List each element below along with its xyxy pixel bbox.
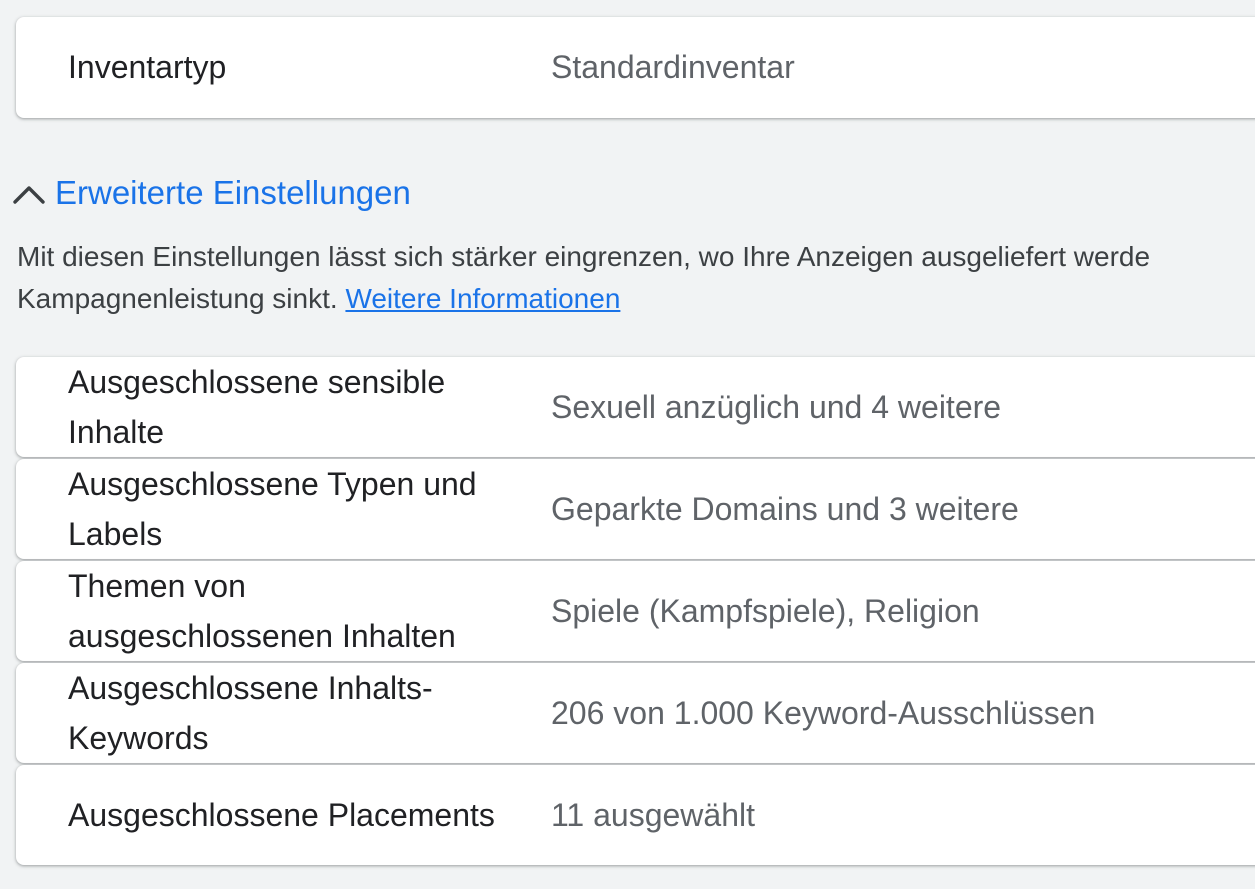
setting-excluded-types-labels[interactable]: Ausgeschlossene Typen und Labels Geparkt… xyxy=(16,459,1255,559)
setting-excluded-content-topics[interactable]: Themen von ausgeschlossenen Inhalten Spi… xyxy=(16,561,1255,661)
setting-excluded-placements[interactable]: Ausgeschlossene Placements 11 ausgewählt xyxy=(16,765,1255,865)
advanced-settings-title: Erweiterte Einstellungen xyxy=(55,174,411,211)
advanced-settings-toggle[interactable]: Erweiterte Einstellungen xyxy=(12,168,411,218)
setting-value: 206 von 1.000 Keyword-Ausschlüssen xyxy=(551,695,1096,731)
inventory-type-label: Inventartyp xyxy=(68,49,227,85)
setting-value: Geparkte Domains und 3 weitere xyxy=(551,491,1019,527)
setting-label: Themen von ausgeschlossenen Inhalten xyxy=(68,568,456,654)
advanced-settings-description: Mit diesen Einstellungen lässt sich stär… xyxy=(17,236,1255,320)
setting-value: Sexuell anzüglich und 4 weitere xyxy=(551,389,1002,425)
exclusion-settings-list: Ausgeschlossene sensible Inhalte Sexuell… xyxy=(16,357,1255,867)
setting-excluded-content-keywords[interactable]: Ausgeschlossene Inhalts-Keywords 206 von… xyxy=(16,663,1255,763)
page: Inventartyp Standardinventar Erweiterte … xyxy=(0,0,1255,889)
description-line-2-text: Kampagnenleistung sinkt. xyxy=(17,283,338,314)
inventory-type-row[interactable]: Inventartyp Standardinventar xyxy=(16,17,1255,118)
setting-excluded-sensitive-content[interactable]: Ausgeschlossene sensible Inhalte Sexuell… xyxy=(16,357,1255,457)
setting-label: Ausgeschlossene Typen und Labels xyxy=(68,466,477,552)
inventory-type-card[interactable]: Inventartyp Standardinventar xyxy=(16,17,1255,118)
chevron-up-icon xyxy=(13,186,45,204)
description-line-2: Kampagnenleistung sinkt. Weitere Informa… xyxy=(17,278,1255,320)
inventory-type-value: Standardinventar xyxy=(551,49,795,85)
setting-value: 11 ausgewählt xyxy=(551,797,755,833)
setting-label: Ausgeschlossene sensible Inhalte xyxy=(68,364,446,450)
setting-value: Spiele (Kampfspiele), Religion xyxy=(551,593,980,629)
learn-more-link[interactable]: Weitere Informationen xyxy=(345,283,620,314)
description-line-1: Mit diesen Einstellungen lässt sich stär… xyxy=(17,241,1151,272)
setting-label: Ausgeschlossene Inhalts-Keywords xyxy=(68,670,433,756)
setting-label: Ausgeschlossene Placements xyxy=(68,797,495,833)
